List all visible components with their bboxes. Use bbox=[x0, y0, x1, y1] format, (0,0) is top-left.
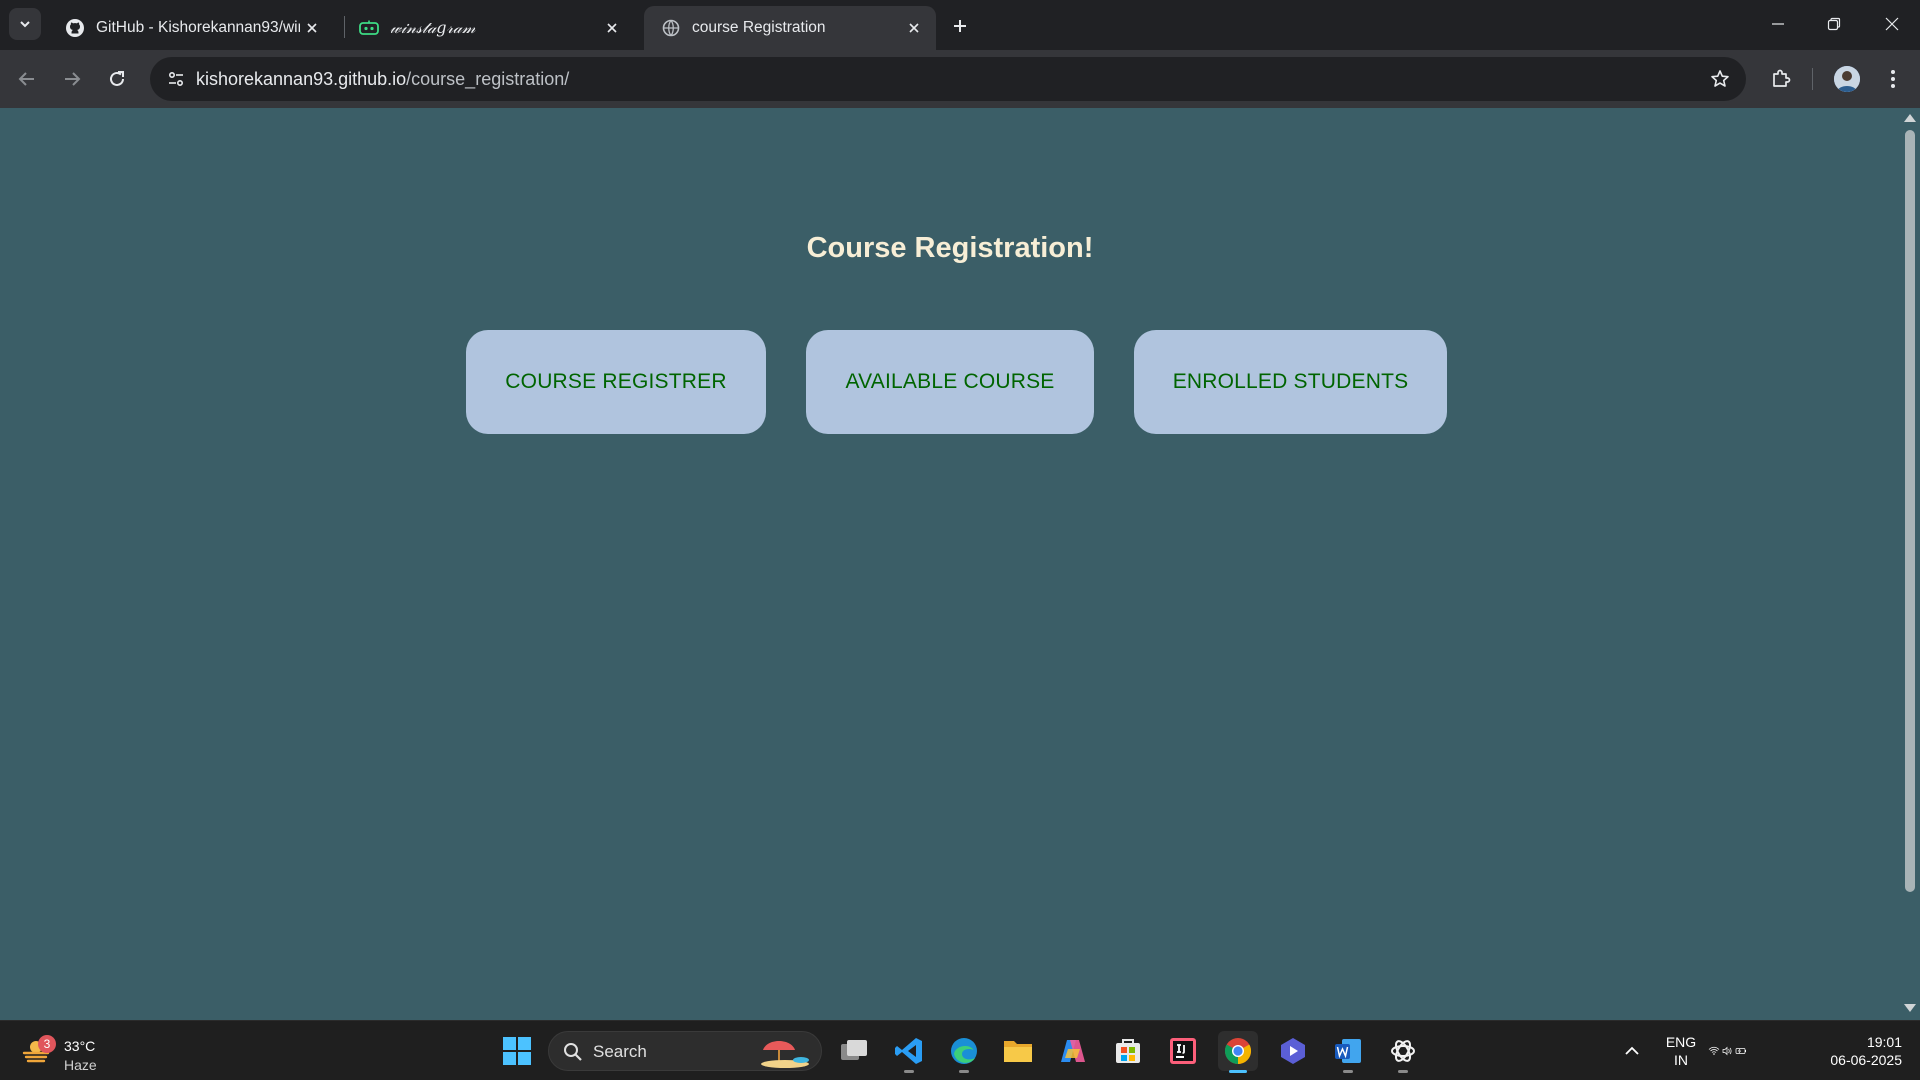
clipchamp-icon[interactable] bbox=[1273, 1031, 1313, 1071]
tab-winstagram[interactable]: 𝓌𝒾𝓃𝓈𝓉𝒶𝑔𝓇𝒶𝓂 bbox=[342, 6, 634, 50]
close-icon[interactable] bbox=[902, 16, 926, 40]
chrome-icon[interactable] bbox=[1218, 1031, 1258, 1073]
avatar bbox=[1834, 66, 1860, 92]
beach-umbrella-icon bbox=[761, 1041, 809, 1068]
address-bar[interactable]: kishorekannan93.github.io/course_registr… bbox=[150, 57, 1746, 101]
vscode-icon[interactable] bbox=[889, 1031, 929, 1073]
reload-button[interactable] bbox=[100, 62, 134, 96]
edge-icon[interactable] bbox=[944, 1031, 984, 1073]
language-line2: IN bbox=[1674, 1052, 1688, 1068]
reload-icon bbox=[110, 71, 124, 86]
battery-icon bbox=[1735, 1048, 1746, 1054]
available-course-button[interactable]: AVAILABLE COURSE bbox=[806, 330, 1094, 434]
extensions-button[interactable] bbox=[1764, 62, 1798, 96]
site-info-icon[interactable] bbox=[160, 63, 192, 95]
restore-button[interactable] bbox=[1806, 0, 1862, 48]
toolbar-divider bbox=[1812, 68, 1813, 90]
url-host: kishorekannan93.github.io bbox=[196, 69, 407, 89]
taskbar: 3 33°C Haze Search ENG IN 19:01 06-06-20… bbox=[0, 1020, 1920, 1080]
search-icon bbox=[564, 1043, 582, 1061]
chatgpt-icon[interactable] bbox=[1383, 1031, 1423, 1073]
url-path: /course_registration/ bbox=[406, 69, 570, 89]
scroll-up-arrow[interactable] bbox=[1904, 114, 1916, 122]
file-explorer-icon[interactable] bbox=[998, 1031, 1038, 1071]
taskbar-search[interactable]: Search bbox=[548, 1031, 822, 1071]
tab-github[interactable]: GitHub - Kishorekannan93/wins bbox=[48, 6, 334, 50]
chevron-down-icon bbox=[20, 21, 30, 28]
language-line1: ENG bbox=[1665, 1034, 1697, 1050]
wifi-icon bbox=[1708, 1046, 1720, 1055]
globe-icon bbox=[660, 17, 682, 39]
task-view-icon[interactable] bbox=[834, 1031, 874, 1071]
copilot-icon[interactable] bbox=[1053, 1031, 1093, 1071]
notification-badge: 3 bbox=[38, 1035, 56, 1053]
windows-logo-icon bbox=[503, 1037, 531, 1065]
minimize-icon bbox=[1772, 23, 1784, 25]
scrollbar[interactable] bbox=[1900, 108, 1920, 1020]
plus-icon bbox=[954, 20, 966, 32]
ai-icon bbox=[358, 17, 380, 39]
close-icon bbox=[1885, 17, 1899, 31]
restore-icon bbox=[1827, 17, 1841, 31]
weather-widget[interactable]: 3 33°C Haze bbox=[20, 1029, 130, 1073]
close-icon[interactable] bbox=[300, 16, 324, 40]
weather-condition: Haze bbox=[64, 1057, 97, 1073]
volume-icon bbox=[1722, 1046, 1732, 1056]
microsoft-store-icon[interactable] bbox=[1108, 1031, 1148, 1071]
arrow-left-icon bbox=[18, 72, 34, 86]
course-register-button[interactable]: COURSE REGISTRER bbox=[466, 330, 766, 434]
search-label: Search bbox=[593, 1042, 647, 1061]
tab-title: GitHub - Kishorekannan93/wins bbox=[96, 19, 300, 36]
page-viewport: Course Registration! COURSE REGISTRER AV… bbox=[0, 108, 1920, 1020]
forward-button[interactable] bbox=[55, 62, 89, 96]
profile-button[interactable] bbox=[1830, 62, 1864, 96]
bookmark-star-icon[interactable] bbox=[1704, 63, 1736, 95]
puzzle-icon bbox=[1773, 69, 1791, 87]
url-text[interactable]: kishorekannan93.github.io/course_registr… bbox=[196, 69, 569, 90]
tab-strip: GitHub - Kishorekannan93/wins 𝓌𝒾𝓃𝓈𝓉𝒶𝑔𝓇𝒶𝓂… bbox=[0, 0, 1920, 50]
start-button[interactable] bbox=[497, 1031, 537, 1071]
github-icon bbox=[64, 17, 86, 39]
tab-search-button[interactable] bbox=[9, 8, 41, 40]
intellij-icon[interactable] bbox=[1163, 1031, 1203, 1071]
weather-temperature: 33°C bbox=[64, 1038, 96, 1054]
scroll-thumb[interactable] bbox=[1905, 130, 1915, 892]
word-icon[interactable] bbox=[1328, 1031, 1368, 1073]
browser-toolbar: kishorekannan93.github.io/course_registr… bbox=[0, 50, 1920, 108]
show-hidden-icons-button[interactable] bbox=[1612, 1031, 1652, 1071]
page-title: Course Registration! bbox=[806, 232, 1094, 264]
enrolled-students-button[interactable]: ENROLLED STUDENTS bbox=[1134, 330, 1447, 434]
chevron-up-icon bbox=[1625, 1046, 1639, 1055]
minimize-button[interactable] bbox=[1750, 0, 1806, 48]
more-vertical-icon bbox=[1891, 70, 1895, 88]
clock-date: 06-06-2025 bbox=[1830, 1052, 1902, 1068]
menu-button[interactable] bbox=[1876, 62, 1910, 96]
tab-title: 𝓌𝒾𝓃𝓈𝓉𝒶𝑔𝓇𝒶𝓂 bbox=[390, 18, 476, 37]
new-tab-button[interactable] bbox=[946, 12, 974, 40]
tab-course-registration[interactable]: course Registration bbox=[644, 6, 936, 50]
language-indicator[interactable]: ENG IN bbox=[1660, 1033, 1702, 1069]
scroll-down-arrow[interactable] bbox=[1904, 1004, 1916, 1012]
close-icon[interactable] bbox=[600, 16, 624, 40]
tab-title: course Registration bbox=[692, 19, 826, 36]
back-button[interactable] bbox=[10, 62, 44, 96]
clock[interactable]: 19:01 06-06-2025 bbox=[1812, 1033, 1902, 1069]
close-window-button[interactable] bbox=[1864, 0, 1920, 48]
clock-time: 19:01 bbox=[1866, 1034, 1902, 1050]
arrow-right-icon bbox=[65, 72, 81, 86]
system-tray-status[interactable] bbox=[1708, 1031, 1748, 1071]
